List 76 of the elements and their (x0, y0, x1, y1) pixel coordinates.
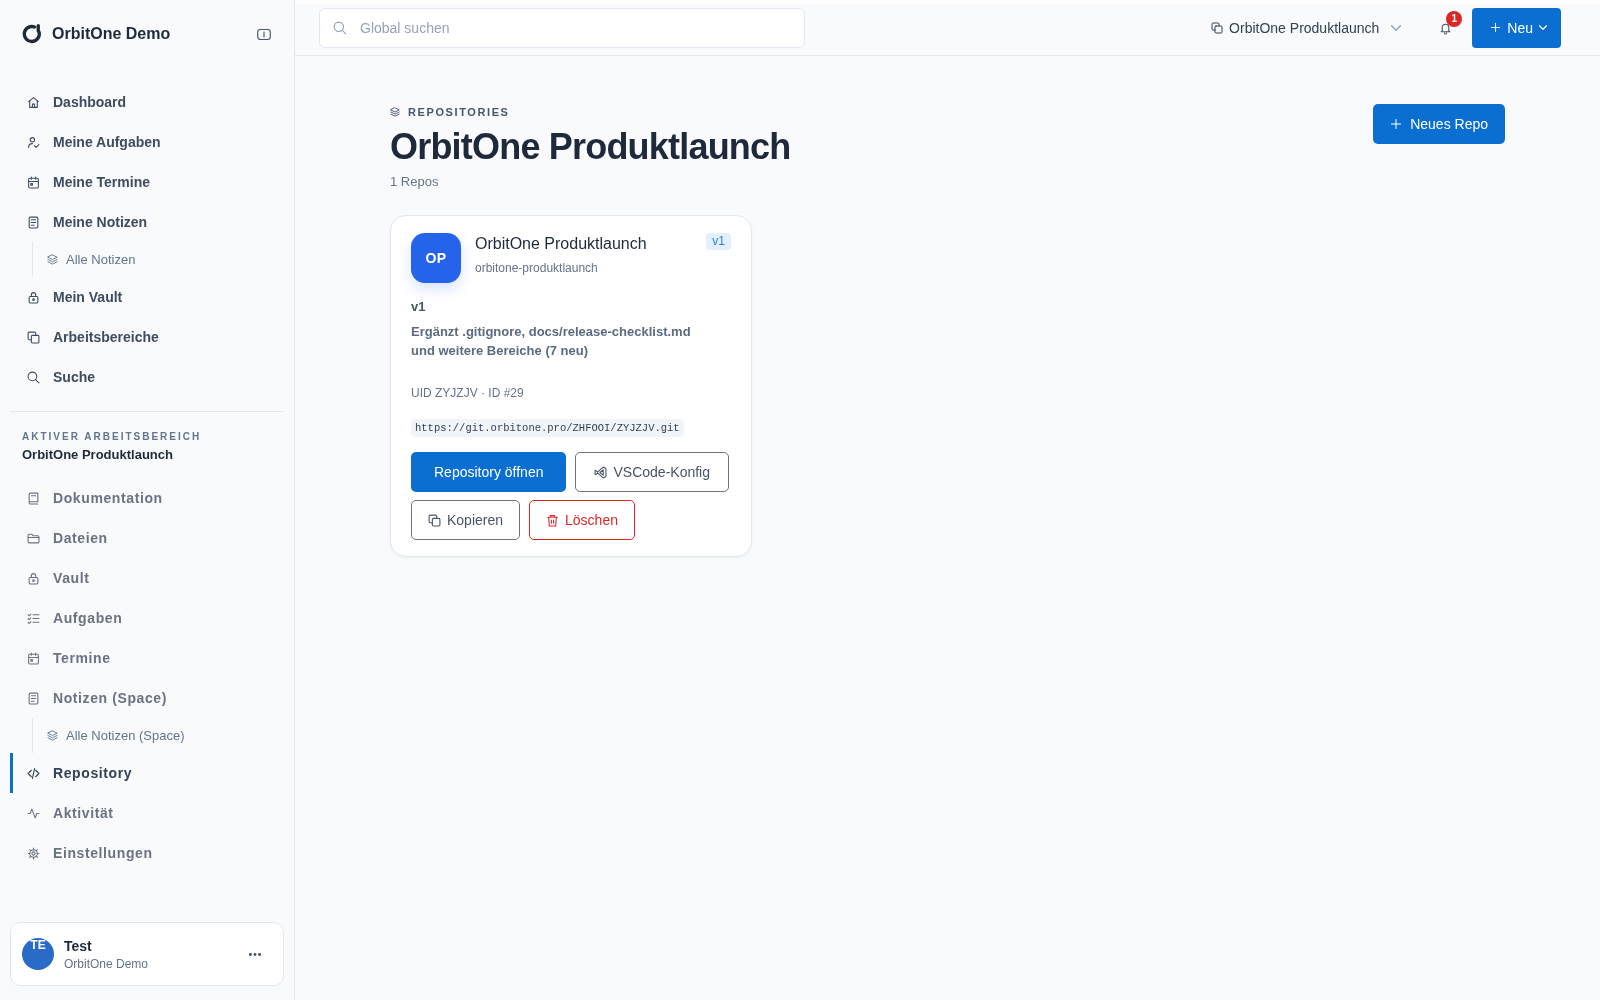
search-field[interactable]: Global suchen (319, 7, 805, 48)
delete-button[interactable]: Löschen (529, 500, 635, 540)
calendar-icon (27, 175, 40, 189)
repo-slug: orbitone-produktlaunch (475, 260, 599, 276)
folder-icon (27, 531, 40, 545)
plus-icon (1490, 22, 1502, 33)
document-icon (27, 215, 40, 229)
sidebar-item[interactable]: Meine Notizen (10, 202, 284, 242)
book-icon (27, 491, 40, 505)
layers-icon (47, 254, 58, 265)
layers-icon (47, 730, 58, 741)
editor-logo-icon (594, 465, 608, 479)
section-caption: AKTIVER ARBEITSBEREICH (22, 430, 203, 444)
user-check-icon (27, 135, 40, 149)
clone-url: https://git.orbitone.pro/ZHFOOI/ZYJZJV.git (411, 419, 684, 437)
more-icon[interactable] (249, 952, 261, 956)
sidebar-item[interactable]: Termine (10, 638, 284, 678)
new-repo-button[interactable]: Neues Repo (1373, 104, 1505, 144)
open-repository-button[interactable]: Repository öffnen (411, 452, 567, 492)
workspace-picker[interactable]: OrbitOne Produktlaunch (1211, 19, 1402, 36)
repo-count: 1 Repos (390, 173, 440, 191)
repo-name: OrbitOne Produktlaunch (475, 234, 648, 254)
new-button[interactable]: Neu (1472, 7, 1561, 48)
sidebar-toggle-icon[interactable] (255, 26, 273, 42)
sidebar-item[interactable]: Einstellungen (10, 833, 284, 873)
logo-icon (22, 24, 42, 44)
stacked-squares-icon (1211, 21, 1224, 34)
plus-icon (1390, 118, 1403, 130)
pulse-icon (27, 806, 40, 820)
version-badge: v1 (706, 233, 731, 250)
caret-icon (1391, 24, 1402, 31)
sidebar-item[interactable]: Arbeitsbereiche (10, 317, 284, 357)
search-icon (333, 20, 347, 35)
version-label: v1 (411, 299, 427, 315)
sidebar-subitem[interactable]: Alle Notizen (Space) (47, 728, 185, 743)
settings-icon (27, 846, 40, 860)
sidebar-item[interactable]: Mein Vault (10, 277, 284, 317)
stacked-squares-icon (27, 330, 40, 344)
layers-icon (390, 107, 400, 117)
padlock-icon (27, 290, 40, 304)
notification-count-badge: 1 (1446, 10, 1463, 27)
user-avatar: TE (22, 938, 54, 970)
sidebar-item[interactable]: Repository (10, 753, 284, 793)
sidebar-item[interactable]: Meine Termine (10, 162, 284, 202)
repo-meta: UID ZYJZJV · ID #29 (411, 385, 525, 401)
home-icon (27, 95, 40, 109)
sidebar-subitem[interactable]: Alle Notizen (47, 252, 136, 267)
user-name: Test (64, 937, 93, 954)
section-eyebrow: REPOSITORIES (408, 106, 510, 118)
sidebar-item[interactable]: Dokumentation (10, 478, 284, 518)
code-icon (27, 766, 40, 780)
user-organization: OrbitOne Demo (64, 956, 150, 971)
commit-description: Ergänzt .gitignore, docs/release-checklist.md und weitere Bereiche (7 neu) (411, 323, 692, 360)
copy-icon (428, 513, 441, 527)
brand-name: OrbitOne Demo (52, 25, 172, 43)
sidebar-item[interactable]: Dateien (10, 518, 284, 558)
sidebar-item[interactable]: Dashboard (10, 82, 284, 122)
checklist-icon (27, 611, 40, 625)
calendar-icon (27, 651, 40, 665)
sidebar-item[interactable]: Notizen (Space) (10, 678, 284, 718)
user-card[interactable]: TE Test OrbitOne Demo (10, 922, 284, 986)
document-icon (27, 691, 40, 705)
sidebar-item[interactable]: Vault (10, 558, 284, 598)
sidebar-item[interactable]: Aufgaben (10, 598, 284, 638)
trash-icon (546, 513, 560, 527)
search-icon (27, 370, 40, 384)
workspace-name: OrbitOne Produktlaunch (22, 446, 174, 464)
sidebar-item[interactable]: Meine Aufgaben (10, 122, 284, 162)
padlock-icon (27, 571, 40, 585)
caret-icon (1539, 25, 1547, 30)
config-button[interactable]: VSCode-Konfig (575, 452, 729, 492)
sidebar-item[interactable]: Suche (10, 357, 284, 397)
copy-button[interactable]: Kopieren (411, 500, 521, 540)
page-title: OrbitOne Produktlaunch (390, 125, 791, 169)
repo-avatar: OP (411, 233, 461, 283)
sidebar-item[interactable]: Aktivität (10, 793, 284, 833)
